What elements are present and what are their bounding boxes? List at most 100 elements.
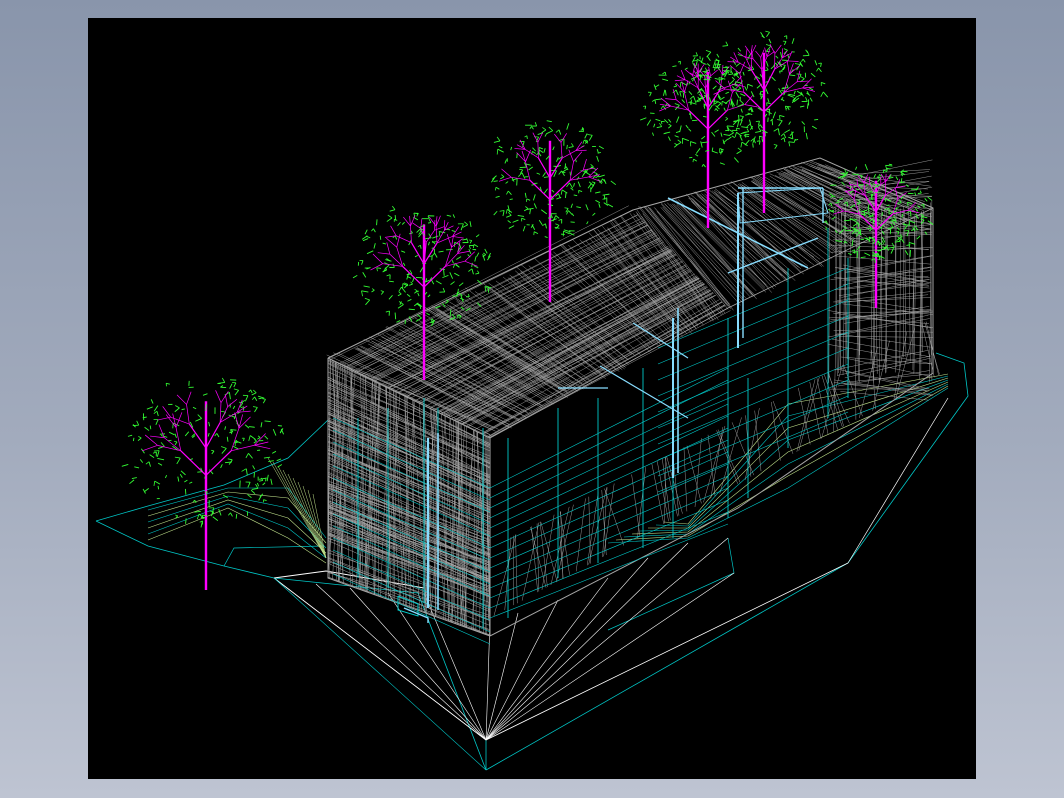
foliage-leaf bbox=[543, 176, 549, 178]
foliage-leaf bbox=[610, 180, 617, 186]
facade-hatch-line bbox=[475, 431, 479, 631]
foliage-leaf bbox=[415, 317, 422, 322]
foliage-leaf bbox=[664, 90, 667, 96]
triangulation-line bbox=[485, 599, 559, 741]
foliage-leaf bbox=[149, 425, 152, 430]
foliage-leaf bbox=[734, 132, 737, 138]
foliage-leaf bbox=[814, 119, 819, 121]
foliage-leaf bbox=[540, 209, 548, 215]
foliage-leaf bbox=[737, 147, 742, 152]
foliage-leaf bbox=[471, 262, 473, 267]
roof-hatch-line bbox=[370, 233, 656, 380]
foliage-leaf bbox=[469, 240, 473, 244]
foliage-leaf bbox=[505, 181, 509, 184]
foliage-leaf bbox=[739, 119, 743, 126]
frame-beam bbox=[489, 391, 729, 509]
foliage-leaf bbox=[245, 468, 248, 476]
foliage-leaf bbox=[469, 221, 472, 227]
foliage-leaf bbox=[189, 481, 193, 484]
tree-branch bbox=[403, 216, 411, 227]
tree-branch bbox=[370, 263, 383, 271]
foliage-leaf bbox=[653, 123, 656, 128]
foliage-leaf bbox=[506, 214, 512, 218]
foliage-leaf bbox=[234, 389, 240, 396]
foliage-leaf bbox=[906, 210, 911, 214]
foliage-leaf bbox=[521, 172, 526, 179]
foliage-leaf bbox=[714, 77, 719, 80]
foliage-leaf bbox=[684, 67, 688, 70]
tree-branch bbox=[402, 265, 425, 288]
foliage-leaf bbox=[499, 210, 505, 212]
terrain-contour-line bbox=[267, 457, 327, 559]
foliage-leaf bbox=[427, 215, 431, 221]
foliage-leaf bbox=[726, 125, 734, 127]
tree-branch bbox=[561, 150, 577, 159]
foliage-leaf bbox=[654, 99, 657, 104]
foliage-leaf bbox=[156, 411, 159, 417]
foliage-leaf bbox=[755, 130, 762, 133]
foliage-leaf bbox=[365, 299, 371, 306]
foliage-leaf bbox=[775, 55, 779, 59]
triangulation-line bbox=[485, 557, 649, 741]
foliage-leaf bbox=[522, 225, 526, 232]
foliage-leaf bbox=[525, 206, 529, 209]
foliage-leaf bbox=[737, 87, 741, 91]
foliage-leaf bbox=[701, 164, 704, 167]
foliage-leaf bbox=[397, 304, 404, 309]
terrain-contour-line bbox=[655, 375, 949, 527]
foliage-leaf bbox=[250, 489, 256, 495]
triangulation-line bbox=[485, 619, 491, 741]
foliage-leaf bbox=[536, 172, 541, 175]
foliage-leaf bbox=[543, 188, 548, 195]
foliage-leaf bbox=[744, 86, 748, 91]
terrain-contour-line bbox=[282, 469, 327, 559]
foliage-leaf bbox=[268, 460, 274, 463]
tree-branch bbox=[588, 176, 601, 182]
tree-branch bbox=[377, 252, 390, 255]
terrain-contour-line bbox=[607, 387, 949, 544]
foliage-leaf bbox=[569, 182, 574, 189]
foliage-leaf bbox=[241, 468, 247, 472]
tree-branch bbox=[744, 104, 758, 108]
foliage-leaf bbox=[546, 120, 552, 123]
foliage-leaf bbox=[715, 108, 719, 112]
foliage-leaf bbox=[456, 256, 462, 260]
foliage-leaf bbox=[472, 244, 475, 249]
foliage-leaf bbox=[184, 479, 188, 483]
foliage-leaf bbox=[512, 219, 519, 223]
frame-beam bbox=[489, 403, 729, 519]
foliage-leaf bbox=[800, 76, 805, 80]
foliage-leaf bbox=[863, 210, 866, 216]
foliage-leaf bbox=[245, 395, 249, 402]
site-step-line bbox=[223, 545, 325, 567]
tower-hatch-line bbox=[845, 371, 929, 392]
foliage-leaf bbox=[196, 513, 200, 520]
tree-branch bbox=[525, 149, 531, 162]
foliage-leaf bbox=[496, 136, 501, 142]
foliage-leaf bbox=[175, 514, 178, 517]
foliage-leaf bbox=[566, 123, 570, 130]
foliage-leaf bbox=[909, 242, 916, 245]
foliage-leaf bbox=[664, 119, 669, 124]
foliage-leaf bbox=[759, 93, 764, 95]
foliage-leaf bbox=[498, 145, 503, 149]
foliage-leaf bbox=[651, 99, 656, 102]
foliage-leaf bbox=[920, 218, 925, 221]
roof-hatch-line bbox=[467, 292, 714, 428]
foliage-leaf bbox=[656, 126, 662, 129]
foliage-leaf bbox=[493, 210, 498, 216]
terrain-contour-line bbox=[663, 373, 949, 525]
foliage-leaf bbox=[783, 133, 787, 139]
foliage-leaf bbox=[664, 131, 671, 134]
foliage-leaf bbox=[924, 198, 928, 202]
foliage-leaf bbox=[546, 130, 553, 134]
foliage-leaf bbox=[718, 77, 720, 83]
foliage-leaf bbox=[528, 207, 534, 210]
foliage-leaf bbox=[519, 168, 523, 171]
foliage-leaf bbox=[211, 449, 215, 452]
foliage-leaf bbox=[822, 91, 829, 98]
cad-drawing-viewport[interactable] bbox=[88, 18, 976, 779]
foliage-leaf bbox=[667, 136, 671, 142]
facade-hatch-line bbox=[651, 463, 664, 524]
foliage-leaf bbox=[202, 515, 204, 519]
